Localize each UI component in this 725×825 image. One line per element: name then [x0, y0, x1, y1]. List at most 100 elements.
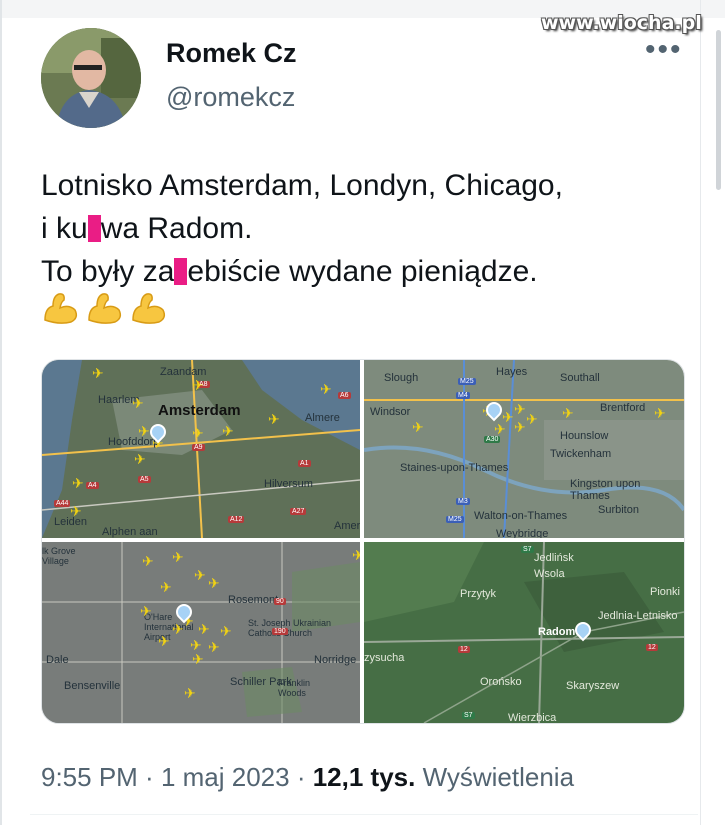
map-label: St. Joseph Ukrainian Catholic Church [248, 618, 332, 638]
plane-icon: ✈ [412, 419, 424, 435]
right-border [700, 0, 701, 825]
plane-icon: ✈ [194, 567, 206, 583]
tweet-line-2: i ku wa Radom. [41, 207, 691, 250]
views-count: 12,1 tys. [312, 762, 416, 792]
map-label: Jedlińsk [534, 552, 574, 564]
media-grid[interactable]: Zaandam Haarlem Amsterdam Almere Hoofddo… [41, 359, 685, 724]
more-options-icon[interactable]: ••• [645, 35, 683, 65]
left-border [0, 0, 2, 825]
map-label: Kingston upon Thames [570, 478, 641, 502]
plane-icon: ✈ [134, 451, 146, 467]
plane-icon: ✈ [514, 401, 526, 417]
road-shield: A6 [338, 392, 351, 399]
views-label: Wyświetlenia [415, 762, 575, 792]
plane-icon: ✈ [654, 405, 666, 421]
map-label: Amer [334, 520, 360, 532]
map-label: Twickenham [550, 448, 612, 460]
map-label: Franklin Woods [278, 678, 311, 698]
road-shield: A12 [228, 516, 245, 523]
scrollbar[interactable] [716, 30, 721, 190]
plane-icon: ✈ [190, 637, 202, 653]
road-shield: 190 [272, 628, 288, 635]
road-shield: A9 [192, 444, 205, 451]
grid-gap-horizontal [42, 538, 684, 542]
avatar[interactable] [41, 28, 141, 128]
tweet-metadata: 9:55 PM · 1 maj 2023 · 12,1 tys. Wyświet… [41, 762, 574, 793]
map-label: Amsterdam [158, 402, 241, 419]
map-label: Alphen aan [102, 526, 158, 538]
emoji-row [41, 288, 169, 328]
road-shield: M4 [456, 392, 470, 399]
road-shield: 12 [646, 644, 658, 651]
map-label: Rosemont [228, 594, 279, 606]
plane-icon: ✈ [172, 621, 184, 637]
road-shield: A27 [290, 508, 307, 515]
map-label: Surbiton [598, 504, 639, 516]
tweet-line-2-start: i ku [41, 212, 88, 245]
road-shield: M25 [458, 378, 476, 385]
map-label: Dale [46, 654, 69, 666]
map-label: Skaryszew [566, 680, 620, 692]
map-label: Przytyk [460, 588, 497, 600]
plane-icon: ✈ [172, 549, 184, 565]
plane-icon: ✈ [70, 503, 82, 519]
flexed-biceps-icon [88, 293, 122, 324]
map-label: Hilversum [264, 478, 313, 490]
road-shield: 90 [274, 598, 286, 605]
plane-icon: ✈ [92, 365, 104, 381]
map-label: Almere [305, 412, 340, 424]
flexed-biceps-icon [44, 293, 78, 324]
plane-icon: ✈ [494, 421, 506, 437]
map-label: Norridge [314, 654, 357, 666]
censor-bar [87, 215, 101, 242]
map-label: Radom [538, 626, 576, 638]
road-shield: S7 [462, 712, 475, 719]
map-label: Brentford [600, 402, 646, 414]
map-chicago[interactable]: lk Grove Village Rosemont O'Hare Interna… [42, 542, 360, 723]
map-label: Jedlnia-Letnisko [598, 610, 678, 622]
map-label: Windsor [370, 406, 411, 418]
plane-icon: ✈ [208, 575, 220, 591]
map-amsterdam[interactable]: Zaandam Haarlem Amsterdam Almere Hoofddo… [42, 360, 360, 538]
plane-icon: ✈ [526, 411, 538, 427]
plane-icon: ✈ [208, 639, 220, 655]
tweet-line-1: Lotnisko Amsterdam, Londyn, Chicago, [41, 169, 563, 202]
censor-bar [174, 258, 188, 285]
road-shield: A4 [86, 482, 99, 489]
plane-icon: ✈ [192, 425, 204, 441]
tweet-line-3-end: ebiście wydane pieniądze. [187, 255, 538, 288]
map-radom[interactable]: Jedlińsk Wsola Przytyk Radom Jedlnia-Let… [364, 542, 684, 723]
tweet-line-2-end: wa Radom. [100, 212, 253, 245]
road-shield: A30 [484, 436, 501, 443]
plane-icon: ✈ [192, 377, 204, 393]
map-label: Hayes [496, 366, 528, 378]
tweet-line-3: To były za ebiście wydane pieniądze. [41, 250, 691, 293]
plane-icon: ✈ [198, 621, 210, 637]
plane-icon: ✈ [72, 475, 84, 491]
plane-icon: ✈ [142, 553, 154, 569]
plane-icon: ✈ [160, 579, 172, 595]
plane-icon: ✈ [268, 411, 280, 427]
divider [30, 814, 698, 815]
plane-icon: ✈ [192, 651, 204, 667]
author-handle[interactable]: @romekcz [166, 82, 295, 113]
plane-icon: ✈ [138, 423, 150, 439]
watermark: www.wiocha.pl [541, 12, 702, 34]
map-label: Orońsko [480, 676, 522, 688]
tweet-date[interactable]: 1 maj 2023 [161, 762, 290, 792]
plane-icon: ✈ [220, 623, 232, 639]
plane-icon: ✈ [222, 423, 234, 439]
separator: · [137, 762, 161, 792]
map-label: Walton-on-Thames [474, 510, 568, 522]
tweet-time[interactable]: 9:55 PM [41, 762, 138, 792]
separator: · [289, 762, 313, 792]
map-label: lk Grove Village [42, 546, 76, 566]
plane-icon: ✈ [320, 381, 332, 397]
map-label: Staines-upon-Thames [400, 462, 509, 474]
map-label: Slough [384, 372, 419, 384]
map-london[interactable]: Hayes Southall Slough Windsor Brentford … [364, 360, 684, 538]
road-shield: 12 [458, 646, 470, 653]
author-name[interactable]: Romek Cz [166, 38, 297, 69]
flexed-biceps-icon [132, 293, 166, 324]
map-label: Hounslow [560, 430, 609, 442]
